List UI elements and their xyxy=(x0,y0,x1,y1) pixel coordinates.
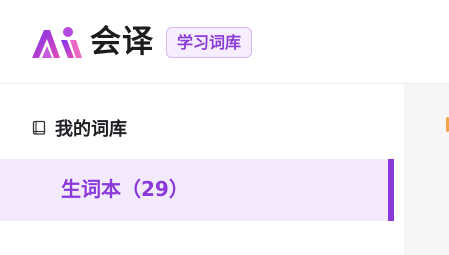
app-header: 会译 学习词库 xyxy=(0,0,449,84)
sidebar-item-vocab-book[interactable]: 生词本（29） xyxy=(0,159,394,221)
section-title: 我的词库 xyxy=(55,119,127,140)
content-panel xyxy=(404,84,449,255)
sidebar: 我的词库 生词本（29） xyxy=(0,84,404,255)
book-icon xyxy=(32,120,46,135)
section-my-vocab: 我的词库 xyxy=(31,115,127,141)
brand-badge: 学习词库 xyxy=(166,27,253,58)
selected-indicator xyxy=(388,159,394,221)
huiyi-logo-icon[interactable] xyxy=(30,24,84,60)
sidebar-item-label: 生词本（29） xyxy=(61,177,189,201)
brand-name: 会译 xyxy=(90,24,154,60)
